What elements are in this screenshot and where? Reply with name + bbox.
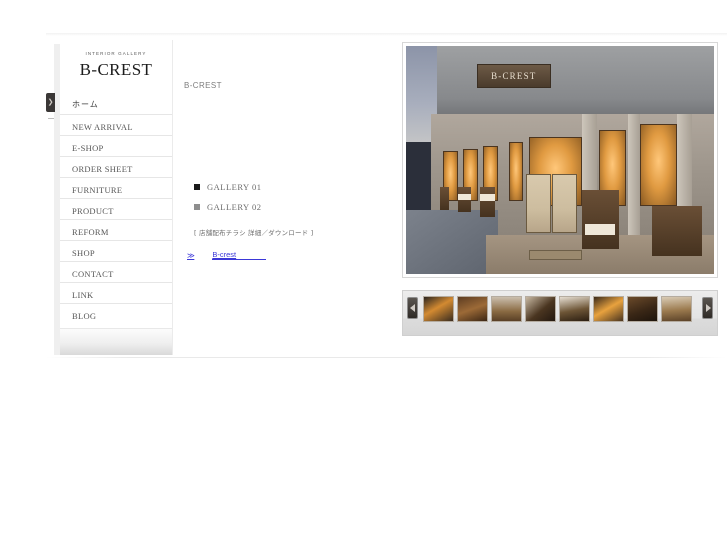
thumb-chair-detail bbox=[526, 297, 555, 321]
logo-supertitle: INTERIOR GALLERY bbox=[60, 50, 172, 58]
photo-shop-sign: B-CREST bbox=[477, 64, 551, 88]
photo-chair bbox=[480, 187, 495, 217]
pdf-link-label[interactable]: B-crest bbox=[212, 250, 266, 260]
sidebar-pull-tab[interactable]: ❯ bbox=[46, 93, 55, 112]
photo-chair-seat bbox=[480, 194, 495, 201]
arrow-left-icon bbox=[410, 304, 415, 312]
photo-chair-right bbox=[652, 206, 701, 256]
logo-wordmark: B-CREST bbox=[60, 59, 172, 81]
photo-chair bbox=[458, 187, 470, 212]
content-container: ❯ INTERIOR GALLERY B-CREST ホーム NEW ARRIV… bbox=[46, 36, 727, 357]
thumbnail-item[interactable] bbox=[627, 296, 658, 322]
photo-chair-foreground bbox=[582, 190, 619, 249]
sidebar-item-reform[interactable]: REFORM bbox=[60, 219, 172, 240]
gallery-item-label: GALLERY 02 bbox=[207, 202, 262, 212]
arrow-right-icon bbox=[706, 304, 711, 312]
photo-door-mat bbox=[529, 250, 581, 260]
page: ❯ INTERIOR GALLERY B-CREST ホーム NEW ARRIV… bbox=[0, 0, 727, 545]
thumb-window-glow bbox=[594, 297, 623, 321]
sidebar-item-label: LINK bbox=[72, 290, 94, 300]
photo-chair-seat bbox=[458, 194, 470, 200]
thumb-shelf-display bbox=[662, 297, 691, 321]
sidebar-item-label: CONTACT bbox=[72, 269, 114, 279]
photo-stone-column bbox=[628, 114, 640, 242]
thumbnail-item[interactable] bbox=[661, 296, 692, 322]
footer-divider bbox=[46, 357, 727, 358]
sidebar-item-label: NEW ARRIVAL bbox=[72, 122, 133, 132]
sidebar: ❯ INTERIOR GALLERY B-CREST ホーム NEW ARRIV… bbox=[54, 44, 172, 355]
thumb-cabinet bbox=[492, 297, 521, 321]
thumb-storefront-night bbox=[424, 297, 453, 321]
sidebar-item-new-arrival[interactable]: NEW ARRIVAL bbox=[60, 114, 172, 135]
sidebar-item-product[interactable]: PRODUCT bbox=[60, 198, 172, 219]
media-column: B-CREST bbox=[402, 42, 720, 348]
sidebar-item-label: SHOP bbox=[72, 248, 95, 258]
sidebar-item-blog[interactable]: BLOG bbox=[60, 303, 172, 324]
square-bullet-icon bbox=[194, 184, 200, 190]
thumbnail-list bbox=[423, 296, 697, 322]
photo-entry-door bbox=[526, 174, 551, 233]
chevron-right-icon: ❯ bbox=[48, 99, 54, 106]
thumb-wood-bench bbox=[628, 297, 657, 321]
sidebar-item-label: ホーム bbox=[72, 100, 99, 109]
gallery-list: GALLERY 01 GALLERY 02 bbox=[194, 177, 397, 217]
column-divider bbox=[172, 40, 173, 355]
sidebar-item-label: E-SHOP bbox=[72, 143, 104, 153]
site-logo[interactable]: INTERIOR GALLERY B-CREST bbox=[60, 44, 172, 92]
main-photo-frame[interactable]: B-CREST bbox=[402, 42, 718, 278]
sidebar-item-contact[interactable]: CONTACT bbox=[60, 261, 172, 282]
sidebar-item-e-shop[interactable]: E-SHOP bbox=[60, 135, 172, 156]
thumbnail-strip bbox=[402, 290, 718, 336]
thumbnail-item[interactable] bbox=[525, 296, 556, 322]
sidebar-item-furniture[interactable]: FURNITURE bbox=[60, 177, 172, 198]
sidebar-panel: INTERIOR GALLERY B-CREST ホーム NEW ARRIVAL… bbox=[60, 44, 172, 355]
sidebar-item-home[interactable]: ホーム bbox=[60, 92, 172, 114]
photo-entry-door bbox=[552, 174, 577, 233]
sidebar-item-label: ORDER SHEET bbox=[72, 164, 133, 174]
sidebar-item-order-sheet[interactable]: ORDER SHEET bbox=[60, 156, 172, 177]
sidebar-footer-panel bbox=[60, 328, 172, 355]
gallery-item-02[interactable]: GALLERY 02 bbox=[194, 197, 397, 217]
main-column: B-CREST GALLERY 01 GALLERY 02 [ 店舗配布チラシ … bbox=[182, 44, 397, 349]
page-title: B-CREST bbox=[184, 81, 397, 90]
flyer-note: [ 店舗配布チラシ 詳細／ダウンロード ] bbox=[194, 227, 397, 237]
gallery-item-01[interactable]: GALLERY 01 bbox=[194, 177, 397, 197]
thumb-interior-table bbox=[458, 297, 487, 321]
thumbnail-next-button[interactable] bbox=[702, 297, 713, 319]
main-photo[interactable]: B-CREST bbox=[406, 46, 714, 274]
sidebar-item-label: FURNITURE bbox=[72, 185, 122, 195]
photo-chair bbox=[440, 187, 449, 210]
gallery-item-label: GALLERY 01 bbox=[207, 182, 262, 192]
thumbnail-item[interactable] bbox=[559, 296, 590, 322]
thumbnail-item[interactable] bbox=[457, 296, 488, 322]
sidebar-item-label: BLOG bbox=[72, 311, 96, 321]
sidebar-collapse-dash bbox=[48, 118, 54, 119]
double-arrow-icon[interactable]: ≫ bbox=[187, 251, 194, 260]
sidebar-item-shop[interactable]: SHOP bbox=[60, 240, 172, 261]
main-nav: ホーム NEW ARRIVAL E-SHOP ORDER SHEET FURNI… bbox=[60, 92, 172, 324]
thumb-entry-door bbox=[560, 297, 589, 321]
thumbnail-item[interactable] bbox=[423, 296, 454, 322]
thumbnail-item[interactable] bbox=[593, 296, 624, 322]
photo-window bbox=[640, 124, 677, 206]
thumbnail-prev-button[interactable] bbox=[407, 297, 418, 319]
sidebar-item-label: REFORM bbox=[72, 227, 109, 237]
photo-window bbox=[509, 142, 523, 201]
photo-road bbox=[406, 210, 498, 274]
photo-sign-text: B-CREST bbox=[478, 65, 550, 87]
square-bullet-icon bbox=[194, 204, 200, 210]
thumbnail-item[interactable] bbox=[491, 296, 522, 322]
photo-chair-seat bbox=[585, 224, 616, 235]
sidebar-item-label: PRODUCT bbox=[72, 206, 114, 216]
pdf-download-link[interactable]: ≫ B-crest bbox=[187, 250, 397, 260]
sidebar-item-link[interactable]: LINK bbox=[60, 282, 172, 303]
